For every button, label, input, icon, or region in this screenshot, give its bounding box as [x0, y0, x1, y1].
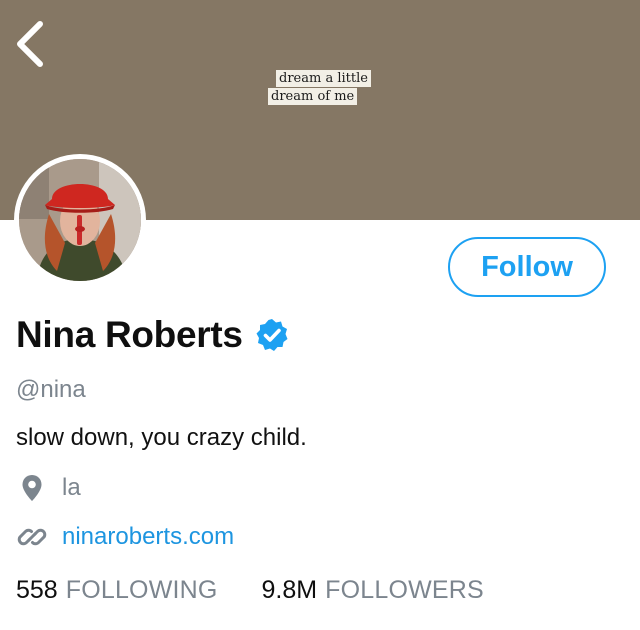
name-row: Nina Roberts [16, 312, 289, 358]
chevron-left-icon [17, 21, 43, 67]
follow-button[interactable]: Follow [448, 237, 606, 297]
banner-note-line-2: dream of me [268, 88, 358, 105]
following-count: 558 [16, 576, 58, 604]
bio: slow down, you crazy child. [16, 424, 307, 451]
location-pin-icon [16, 472, 48, 504]
display-name: Nina Roberts [16, 314, 243, 355]
verified-badge-icon [255, 318, 289, 352]
following-stat[interactable]: 558 FOLLOWING [16, 576, 218, 605]
followers-stat[interactable]: 9.8M FOLLOWERS [262, 576, 484, 605]
handle: @nina [16, 376, 86, 403]
banner-note-line-1: dream a little [276, 70, 371, 87]
following-label: FOLLOWING [65, 576, 218, 604]
followers-count: 9.8M [261, 576, 318, 604]
profile-screen: dream a little dream of me Follow Nina R… [0, 0, 640, 630]
location-row: la [16, 472, 81, 504]
website-link[interactable]: ninaroberts.com [62, 523, 234, 551]
avatar[interactable] [14, 154, 146, 286]
back-button[interactable] [8, 18, 52, 70]
stats-row: 558 FOLLOWING 9.8M FOLLOWERS [16, 576, 484, 605]
website-row: ninaroberts.com [16, 521, 234, 553]
location-text: la [62, 474, 81, 501]
link-icon [16, 521, 48, 553]
followers-label: FOLLOWERS [325, 576, 484, 604]
avatar-photo [19, 159, 141, 281]
banner-note: dream a little dream of me [268, 70, 371, 105]
